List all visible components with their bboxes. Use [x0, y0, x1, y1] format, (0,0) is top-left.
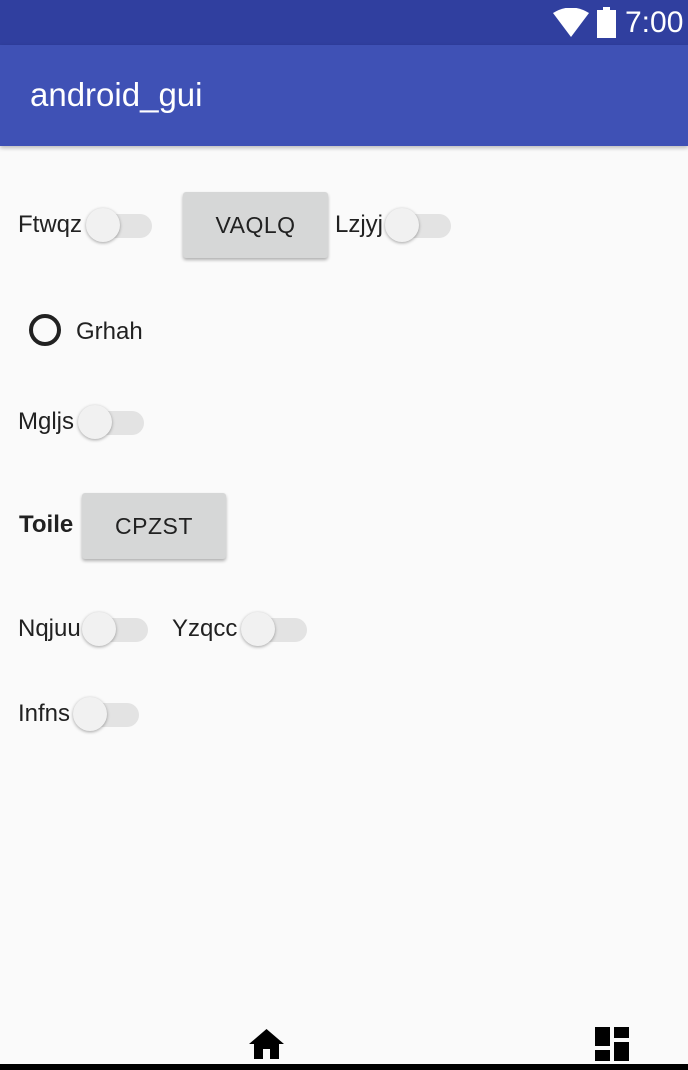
dashboard-icon[interactable]: [595, 1027, 629, 1061]
status-time: 7:00: [625, 6, 684, 39]
nqjuu-switch[interactable]: [82, 610, 148, 646]
switch-thumb: [73, 697, 107, 731]
app-bar: android_gui: [0, 45, 688, 146]
ftwqz-switch[interactable]: [86, 206, 152, 242]
home-icon[interactable]: [248, 1028, 285, 1060]
app-title: android_gui: [30, 76, 203, 113]
yzqcc-label: Yzqcc: [172, 615, 238, 642]
infns-label: Infns: [18, 700, 71, 727]
toile-label: Toile: [19, 511, 74, 538]
switch-thumb: [241, 612, 275, 646]
switch-thumb: [78, 405, 112, 439]
ftwqz-label: Ftwqz: [18, 211, 83, 238]
battery-icon: [597, 7, 616, 38]
lzjyj-switch[interactable]: [385, 206, 451, 242]
nav-bar: [0, 1064, 688, 1070]
cpzst-button[interactable]: CPZST: [82, 493, 226, 559]
switch-thumb: [385, 208, 419, 242]
switch-thumb: [82, 612, 116, 646]
infns-switch[interactable]: [73, 695, 139, 731]
status-bar: 7:00: [0, 0, 688, 45]
vaqlq-button[interactable]: VAQLQ: [183, 192, 328, 258]
switch-thumb: [86, 208, 120, 242]
nqjuu-label: Nqjuu: [18, 615, 81, 642]
lzjyj-label: Lzjyj: [335, 211, 384, 238]
grhah-label[interactable]: Grhah: [76, 318, 143, 346]
grhah-radio[interactable]: [29, 314, 61, 346]
yzqcc-switch[interactable]: [241, 610, 307, 646]
mgljs-label: Mgljs: [18, 408, 75, 435]
mgljs-switch[interactable]: [78, 403, 144, 439]
wifi-icon: [553, 8, 589, 37]
